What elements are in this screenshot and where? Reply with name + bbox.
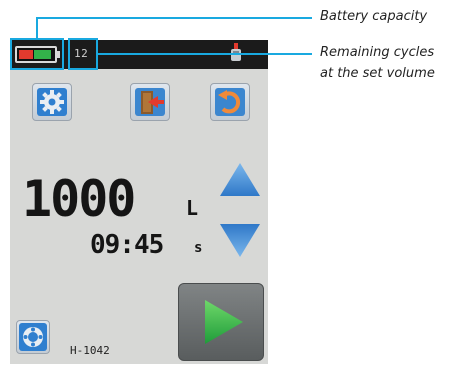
settings-button[interactable] <box>32 83 72 121</box>
remaining-cycles-label: Remaining cycles <box>320 45 435 60</box>
volume-unit: L <box>186 196 199 220</box>
device-id: H-1042 <box>70 344 110 357</box>
battery-callout-stem <box>36 17 38 38</box>
volume-value: 1000 <box>22 170 136 228</box>
triangle-down-icon <box>218 224 262 264</box>
reset-button[interactable] <box>210 83 250 121</box>
start-button[interactable] <box>178 283 264 361</box>
battery-callout-box <box>10 38 64 70</box>
exit-button[interactable] <box>130 83 170 121</box>
battery-capacity-label: Battery capacity <box>320 9 428 24</box>
increase-button[interactable] <box>218 160 262 205</box>
nozzle-button[interactable] <box>16 320 50 354</box>
time-value: 09:45 <box>90 230 164 260</box>
remaining-cycles-label-line2: at the set volume <box>320 66 435 81</box>
device-screen: 12 1000 L 09:45 s H-1042 <box>10 40 268 364</box>
battery-callout-line <box>36 17 312 19</box>
cycles-callout-box <box>68 38 98 70</box>
decrease-button[interactable] <box>218 220 262 265</box>
time-unit: s <box>194 240 203 256</box>
triangle-up-icon <box>218 163 262 204</box>
cycles-callout-line <box>98 53 312 55</box>
